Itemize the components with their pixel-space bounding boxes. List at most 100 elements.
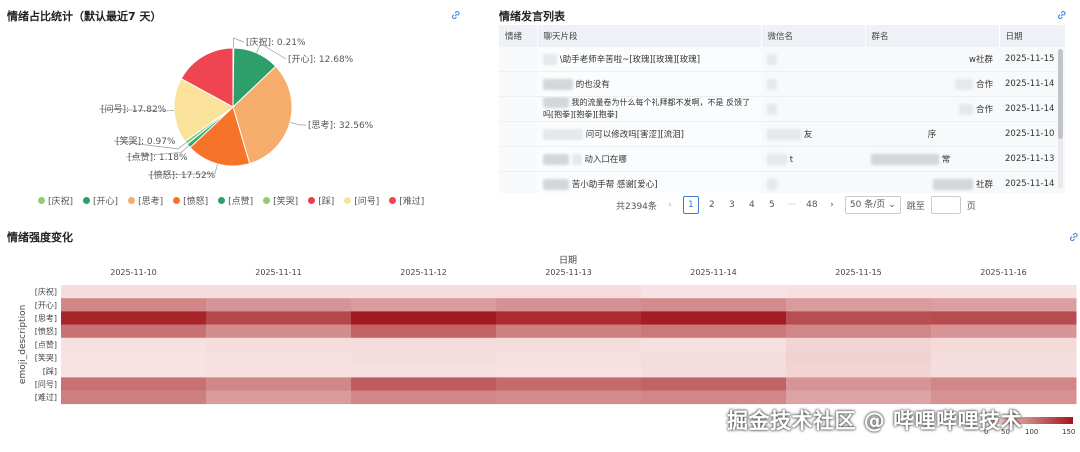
heatmap-cell[interactable] (206, 285, 352, 299)
legend-item[interactable]: [庆祝] (38, 194, 73, 207)
heatmap-cell[interactable] (641, 298, 787, 312)
heatmap-cell[interactable] (786, 390, 932, 405)
page-48[interactable]: 48 (805, 197, 819, 213)
heatmap-cell[interactable] (206, 364, 352, 378)
heatmap-cell[interactable] (61, 390, 207, 405)
heatmap-cell[interactable] (206, 377, 352, 391)
legend-item[interactable]: [笑哭] (263, 194, 298, 207)
heatmap-cell[interactable] (206, 311, 352, 325)
heatmap-cell[interactable] (61, 351, 207, 365)
page-5[interactable]: 5 (765, 197, 779, 213)
legend-item[interactable]: [开心] (83, 194, 118, 207)
heatmap-cell[interactable] (351, 351, 497, 365)
heatmap-cell[interactable] (641, 364, 787, 378)
heatmap-cell[interactable] (496, 337, 642, 352)
column-header-date[interactable]: 日期 (999, 25, 1065, 47)
heatmap-cell[interactable] (206, 324, 352, 339)
column-header-wechat-name[interactable]: 微信名 (761, 25, 866, 47)
heatmap-cell[interactable] (931, 324, 1077, 339)
heatmap-cell[interactable] (61, 377, 207, 391)
table-row[interactable]: \助手老师辛苦啦~[玫瑰][玫瑰][玫瑰] w社群 2025-11-15 (499, 47, 1065, 72)
heatmap-cell[interactable] (931, 285, 1077, 299)
heatmap-cell[interactable] (931, 311, 1077, 325)
heatmap-cell[interactable] (206, 351, 352, 365)
heatmap-cell[interactable] (496, 298, 642, 312)
heatmap-cell[interactable] (641, 311, 787, 325)
heatmap-cell[interactable] (931, 298, 1077, 312)
page-size-select[interactable]: 50 条/页 ⌄ (844, 196, 901, 214)
legend-item[interactable]: [愤怒] (173, 194, 208, 207)
heatmap-cell[interactable] (786, 324, 932, 339)
row-snippet: 我的流量卷为什么每个礼拜都不发啊，不是 反馈了吗[抱拳][抱拳][抱拳] (543, 98, 751, 119)
legend-item[interactable]: [问号] (344, 194, 379, 207)
table-row[interactable]: 苦小助手帮 感谢[爱心] 社群 2025-11-14 (499, 171, 1065, 193)
prev-page-icon[interactable]: ‹ (663, 197, 677, 213)
heatmap-cell[interactable] (61, 364, 207, 378)
heatmap-cell[interactable] (931, 364, 1077, 378)
heatmap-cell[interactable] (931, 351, 1077, 365)
heatmap-cell[interactable] (786, 298, 932, 312)
legend-item[interactable]: [踩] (308, 194, 334, 207)
heatmap-cell[interactable] (496, 351, 642, 365)
heatmap-cell[interactable] (496, 311, 642, 325)
heatmap-cell[interactable] (61, 311, 207, 325)
heatmap-cell[interactable] (496, 324, 642, 339)
heatmap-cell[interactable] (351, 311, 497, 325)
heatmap-cell[interactable] (351, 298, 497, 312)
heatmap-cell[interactable] (931, 337, 1077, 352)
table-row[interactable]: 动入口在哪 t 常 2025-11-13 (499, 146, 1065, 172)
heatmap-cell[interactable] (351, 377, 497, 391)
heatmap-cell[interactable] (206, 390, 352, 405)
heatmap-cell[interactable] (351, 324, 497, 339)
page-ellipsis[interactable]: ··· (785, 197, 799, 213)
heatmap-cell[interactable] (61, 285, 207, 299)
link-icon[interactable] (1056, 9, 1068, 21)
heatmap-cell[interactable] (931, 390, 1077, 405)
heatmap-cell[interactable] (206, 337, 352, 352)
heatmap-cell[interactable] (61, 337, 207, 352)
column-header-snippet[interactable]: 聊天片段 (537, 25, 762, 47)
heatmap-cell[interactable] (786, 364, 932, 378)
heatmap-cell[interactable] (641, 324, 787, 339)
page-1[interactable]: 1 (682, 196, 699, 214)
heatmap-cell[interactable] (496, 285, 642, 299)
legend-item[interactable]: [难过] (389, 194, 424, 207)
table-row[interactable]: 我的流量卷为什么每个礼拜都不发啊，不是 反馈了吗[抱拳][抱拳][抱拳] 合作 … (499, 96, 1065, 122)
jump-page-input[interactable] (930, 196, 961, 214)
heatmap-cell[interactable] (931, 377, 1077, 391)
heatmap-cell[interactable] (351, 364, 497, 378)
next-page-icon[interactable]: › (825, 197, 839, 213)
heatmap-cell[interactable] (61, 298, 207, 312)
heatmap-cell[interactable] (786, 377, 932, 391)
heatmap-cell[interactable] (496, 364, 642, 378)
heatmap-cell[interactable] (786, 337, 932, 352)
heatmap-cell[interactable] (351, 337, 497, 352)
heatmap-cell[interactable] (351, 285, 497, 299)
heatmap-cell[interactable] (641, 285, 787, 299)
page-2[interactable]: 2 (705, 197, 719, 213)
page-4[interactable]: 4 (745, 197, 759, 213)
heatmap-cell[interactable] (786, 285, 932, 299)
table-scrollbar-thumb[interactable] (1058, 49, 1063, 139)
heatmap-cell[interactable] (351, 390, 497, 405)
total-count: 共2394条 (616, 201, 657, 212)
column-header-group-name[interactable]: 群名 (865, 25, 1000, 47)
heatmap-cell[interactable] (641, 337, 787, 352)
table-row[interactable]: 问可以修改吗[害涩][流泪] 友 序 2025-11-10 (499, 121, 1065, 147)
heatmap-cell[interactable] (206, 298, 352, 312)
heatmap-cell[interactable] (496, 377, 642, 391)
heatmap-cell[interactable] (496, 390, 642, 405)
heatmap-cell[interactable] (641, 377, 787, 391)
page-3[interactable]: 3 (725, 197, 739, 213)
heatmap-cell[interactable] (61, 324, 207, 339)
x-tick-label: 2025-11-15 (835, 268, 882, 277)
heatmap-cell[interactable] (641, 351, 787, 365)
column-header-emotion[interactable]: 情绪 (499, 25, 538, 47)
legend-item[interactable]: [思考] (128, 194, 163, 207)
heatmap-cell[interactable] (641, 390, 787, 405)
table-row[interactable]: 的也没有 合作 2025-11-14 (499, 71, 1065, 97)
legend-item[interactable]: [点赞] (218, 194, 253, 207)
row-wechat: t (789, 154, 794, 165)
heatmap-cell[interactable] (786, 351, 932, 365)
heatmap-cell[interactable] (786, 311, 932, 325)
